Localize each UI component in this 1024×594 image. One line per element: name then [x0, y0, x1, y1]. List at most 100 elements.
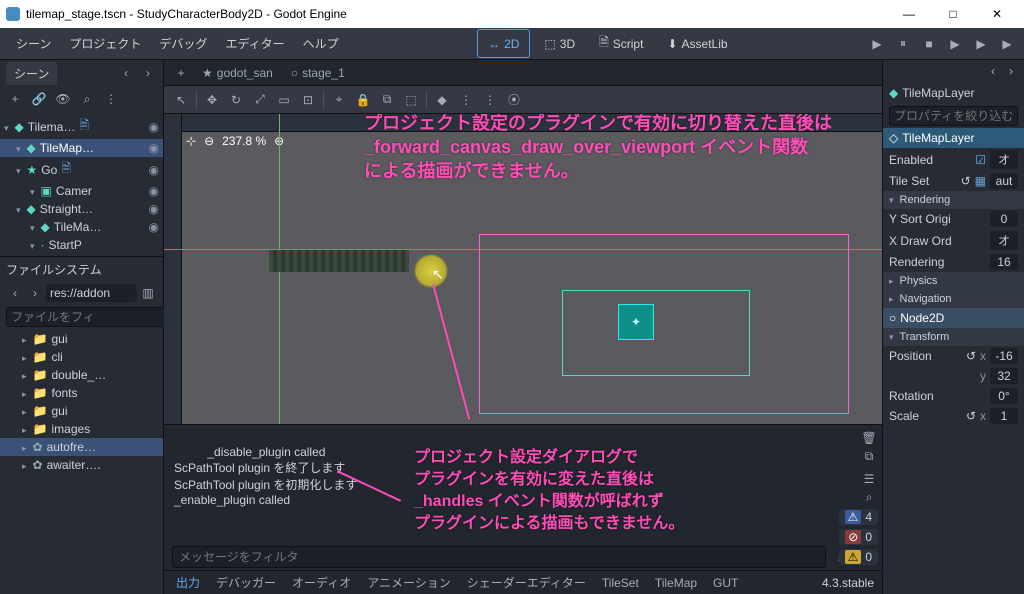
- output-badge[interactable]: ⚠0: [839, 549, 878, 565]
- playback-button-4[interactable]: ▶: [972, 35, 990, 53]
- prop-Rotation[interactable]: Rotation0°: [883, 386, 1024, 406]
- viewport[interactable]: ⊹ ⊖ 237.8 % ⊕ ✦ ↖ プロジェクト設定のプラグインで有効に切り替え…: [164, 114, 882, 424]
- bottom-tab-GUT[interactable]: GUT: [709, 574, 742, 592]
- reset-icon[interactable]: ↺: [961, 174, 971, 188]
- output-search-icon[interactable]: ⌕: [860, 490, 878, 505]
- vp-tool-10[interactable]: ◆: [433, 91, 451, 109]
- checkbox-icon[interactable]: ☑: [975, 153, 986, 167]
- filesystem-tree[interactable]: 📁gui📁cli📁double_…📁fonts📁gui📁images✿autof…: [0, 330, 163, 594]
- playback-button-0[interactable]: ▶: [868, 35, 886, 53]
- vp-tool-13[interactable]: ⦿: [505, 91, 523, 109]
- scene-tool-0[interactable]: +: [6, 90, 24, 108]
- visibility-icon[interactable]: ◉: [149, 184, 159, 198]
- prop-Enabled[interactable]: Enabled☑オ: [883, 148, 1024, 171]
- prop-y[interactable]: y32: [883, 366, 1024, 386]
- prop-Y Sort Origi[interactable]: Y Sort Origi0: [883, 209, 1024, 229]
- menu-シーン[interactable]: シーン: [8, 31, 59, 56]
- menu-デバッグ[interactable]: デバッグ: [151, 31, 215, 56]
- output-filter-input[interactable]: [172, 546, 826, 568]
- vp-tool-2[interactable]: ↻: [227, 91, 245, 109]
- menu-ヘルプ[interactable]: ヘルプ: [295, 31, 347, 56]
- path-fwd-icon[interactable]: ›: [26, 284, 44, 302]
- bottom-tab-アニメーション[interactable]: アニメーション: [363, 572, 455, 593]
- output-filter-icon[interactable]: ☰: [860, 472, 878, 486]
- scene-tool-1[interactable]: 🔗: [30, 90, 48, 108]
- fs-awaiter….[interactable]: ✿awaiter….: [0, 456, 163, 474]
- vp-tool-3[interactable]: ⤢: [251, 91, 269, 109]
- maximize-button[interactable]: □: [932, 1, 974, 27]
- mode-2d[interactable]: ↔ 2D: [477, 29, 530, 58]
- fs-double_…[interactable]: 📁double_…: [0, 366, 163, 384]
- mode-3d[interactable]: ⬚ 3D: [534, 29, 585, 58]
- vp-tool-1[interactable]: ✥: [203, 91, 221, 109]
- prop-Scale[interactable]: Scale↺x1: [883, 406, 1024, 426]
- dock-arrow-right-icon[interactable]: ›: [139, 64, 157, 82]
- vp-tool-9[interactable]: ⬚: [402, 91, 420, 109]
- vp-tool-6[interactable]: ⌖: [330, 91, 348, 109]
- inspector-filter-input[interactable]: [889, 106, 1018, 126]
- visibility-icon[interactable]: ◉: [149, 202, 159, 216]
- reset-icon[interactable]: ↺: [966, 409, 976, 423]
- fs-gui[interactable]: 📁gui: [0, 330, 163, 348]
- class-header[interactable]: ◇TileMapLayer: [883, 128, 1024, 148]
- group-transform[interactable]: Transform: [883, 328, 1024, 346]
- file-tab-godot_san[interactable]: ★godot_san: [196, 64, 279, 82]
- fs-path[interactable]: res://addon: [46, 284, 137, 302]
- group-physics[interactable]: Physics: [883, 272, 1024, 290]
- output-text[interactable]: _disable_plugin called ScPathTool plugin…: [164, 425, 838, 544]
- path-back-icon[interactable]: ‹: [6, 284, 24, 302]
- menu-エディター[interactable]: エディター: [217, 31, 292, 56]
- visibility-icon[interactable]: ◉: [149, 141, 159, 155]
- bottom-tab-シェーダーエディター[interactable]: シェーダーエディター: [463, 572, 590, 593]
- playback-button-3[interactable]: ▶: [946, 35, 964, 53]
- dock-arrow-left-icon[interactable]: ‹: [984, 62, 1002, 80]
- prop-Rendering[interactable]: Rendering16: [883, 252, 1024, 272]
- scene-node-Go[interactable]: ★Go🗎◉: [0, 157, 163, 182]
- script-icon[interactable]: 🗎: [61, 159, 71, 180]
- zoom-out-icon[interactable]: ⊖: [204, 134, 214, 148]
- node2d-header[interactable]: ○Node2D: [883, 308, 1024, 328]
- center-view-icon[interactable]: ⊹: [186, 134, 196, 148]
- fs-filter-input[interactable]: [6, 307, 171, 327]
- scene-tool-3[interactable]: ⌕: [78, 90, 96, 108]
- vp-tool-8[interactable]: ⧉: [378, 91, 396, 109]
- reset-icon[interactable]: ↺: [966, 349, 976, 363]
- bottom-tab-TileMap[interactable]: TileMap: [651, 574, 701, 592]
- output-badge[interactable]: ⚠4: [839, 509, 878, 525]
- fs-cli[interactable]: 📁cli: [0, 348, 163, 366]
- fs-autofre…[interactable]: ✿autofre…: [0, 438, 163, 456]
- prop-Position[interactable]: Position↺x-16: [883, 346, 1024, 366]
- fs-fonts[interactable]: 📁fonts: [0, 384, 163, 402]
- dock-arrow-left-icon[interactable]: ‹: [117, 64, 135, 82]
- scene-node-Camer[interactable]: ▣Camer◉: [0, 182, 163, 200]
- bottom-tab-オーディオ[interactable]: オーディオ: [288, 572, 355, 593]
- scene-node-StartP[interactable]: ·StartP: [0, 236, 163, 254]
- fs-gui[interactable]: 📁gui: [0, 402, 163, 420]
- vp-tool-7[interactable]: 🔒: [354, 91, 372, 109]
- scene-node-Tilema…[interactable]: ◆Tilema…🗎◉: [0, 114, 163, 139]
- vp-tool-12[interactable]: ⋮: [481, 91, 499, 109]
- path-split-icon[interactable]: ▥: [139, 284, 157, 302]
- bottom-tab-TileSet[interactable]: TileSet: [598, 574, 643, 592]
- dock-arrow-right-icon[interactable]: ›: [1002, 62, 1020, 80]
- copy-output-icon[interactable]: ⧉: [860, 449, 878, 464]
- scene-tab[interactable]: シーン: [6, 62, 57, 85]
- scene-tool-2[interactable]: 👁: [54, 90, 72, 108]
- close-button[interactable]: ✕: [976, 1, 1018, 27]
- minimize-button[interactable]: —: [888, 1, 930, 27]
- vp-tool-5[interactable]: ⊡: [299, 91, 317, 109]
- prop-X Draw Ord[interactable]: X Draw Ordオ: [883, 229, 1024, 252]
- file-tab-stage_1[interactable]: ○stage_1: [285, 64, 351, 82]
- scene-node-TileMa…[interactable]: ◆TileMa…◉: [0, 218, 163, 236]
- playback-button-2[interactable]: ■: [920, 35, 938, 53]
- vp-tool-0[interactable]: ↖: [172, 91, 190, 109]
- vp-tool-4[interactable]: ▭: [275, 91, 293, 109]
- playback-button-1[interactable]: ⏸: [894, 35, 912, 53]
- menu-プロジェクト[interactable]: プロジェクト: [61, 31, 149, 56]
- visibility-icon[interactable]: ◉: [149, 120, 159, 134]
- scene-tree[interactable]: ◆Tilema…🗎◉◆TileMap…◉★Go🗎◉▣Camer◉◆Straigh…: [0, 112, 163, 256]
- prop-Tile Set[interactable]: Tile Set↺▦aut: [883, 171, 1024, 191]
- output-badge[interactable]: ⊘0: [839, 529, 878, 545]
- playback-button-5[interactable]: ▶: [998, 35, 1016, 53]
- scene-node-Straight…[interactable]: ◆Straight…◉: [0, 200, 163, 218]
